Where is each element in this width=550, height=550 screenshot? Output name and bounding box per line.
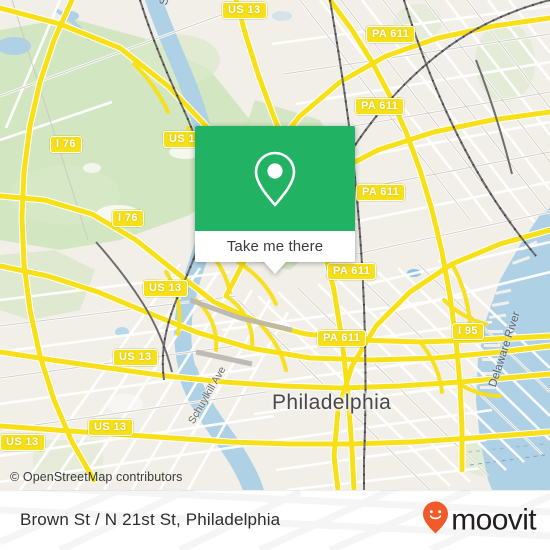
- highway-shield: PA 611: [327, 263, 377, 280]
- destination-popup-card[interactable]: Take me there: [195, 126, 355, 274]
- osm-attribution[interactable]: © OpenStreetMap contributors: [10, 470, 183, 484]
- city-label: Philadelphia: [272, 391, 392, 414]
- highway-shield: PA 611: [355, 98, 405, 115]
- map-pin-icon: [252, 150, 298, 208]
- popup-icon-panel: [195, 126, 355, 231]
- popup-tail: [264, 262, 286, 274]
- moovit-logo[interactable]: moovit: [422, 501, 537, 540]
- moovit-smiley-pin-icon: [422, 501, 449, 540]
- highway-shield: US 13: [222, 2, 267, 19]
- highway-shield: PA 611: [317, 330, 367, 347]
- highway-shield: I 76: [50, 136, 82, 153]
- take-me-there-label: Take me there: [226, 238, 324, 255]
- highway-shield: PA 611: [356, 184, 406, 201]
- moovit-wordmark: moovit: [451, 503, 536, 536]
- highway-shield: US 13: [113, 349, 158, 366]
- highway-shield: I 95: [452, 323, 484, 340]
- bottom-bar-divider: [0, 490, 550, 491]
- popup-action-bar[interactable]: Take me there: [195, 231, 355, 274]
- highway-shield: I 76: [112, 210, 144, 227]
- highway-shield: US 13: [88, 419, 133, 436]
- location-title: Brown St / N 21st St, Philadelphia: [20, 510, 281, 529]
- highway-shield: PA 611: [366, 26, 416, 43]
- bottom-bar: Brown St / N 21st St, Philadelphia moovi…: [0, 490, 550, 550]
- highway-shield: US 13: [143, 280, 188, 297]
- highway-shield: US 13: [0, 434, 45, 451]
- app-screen: US 13 PA 611 PA 611 I 76 US 13 PA 611 I 76 US 1…: [0, 0, 550, 550]
